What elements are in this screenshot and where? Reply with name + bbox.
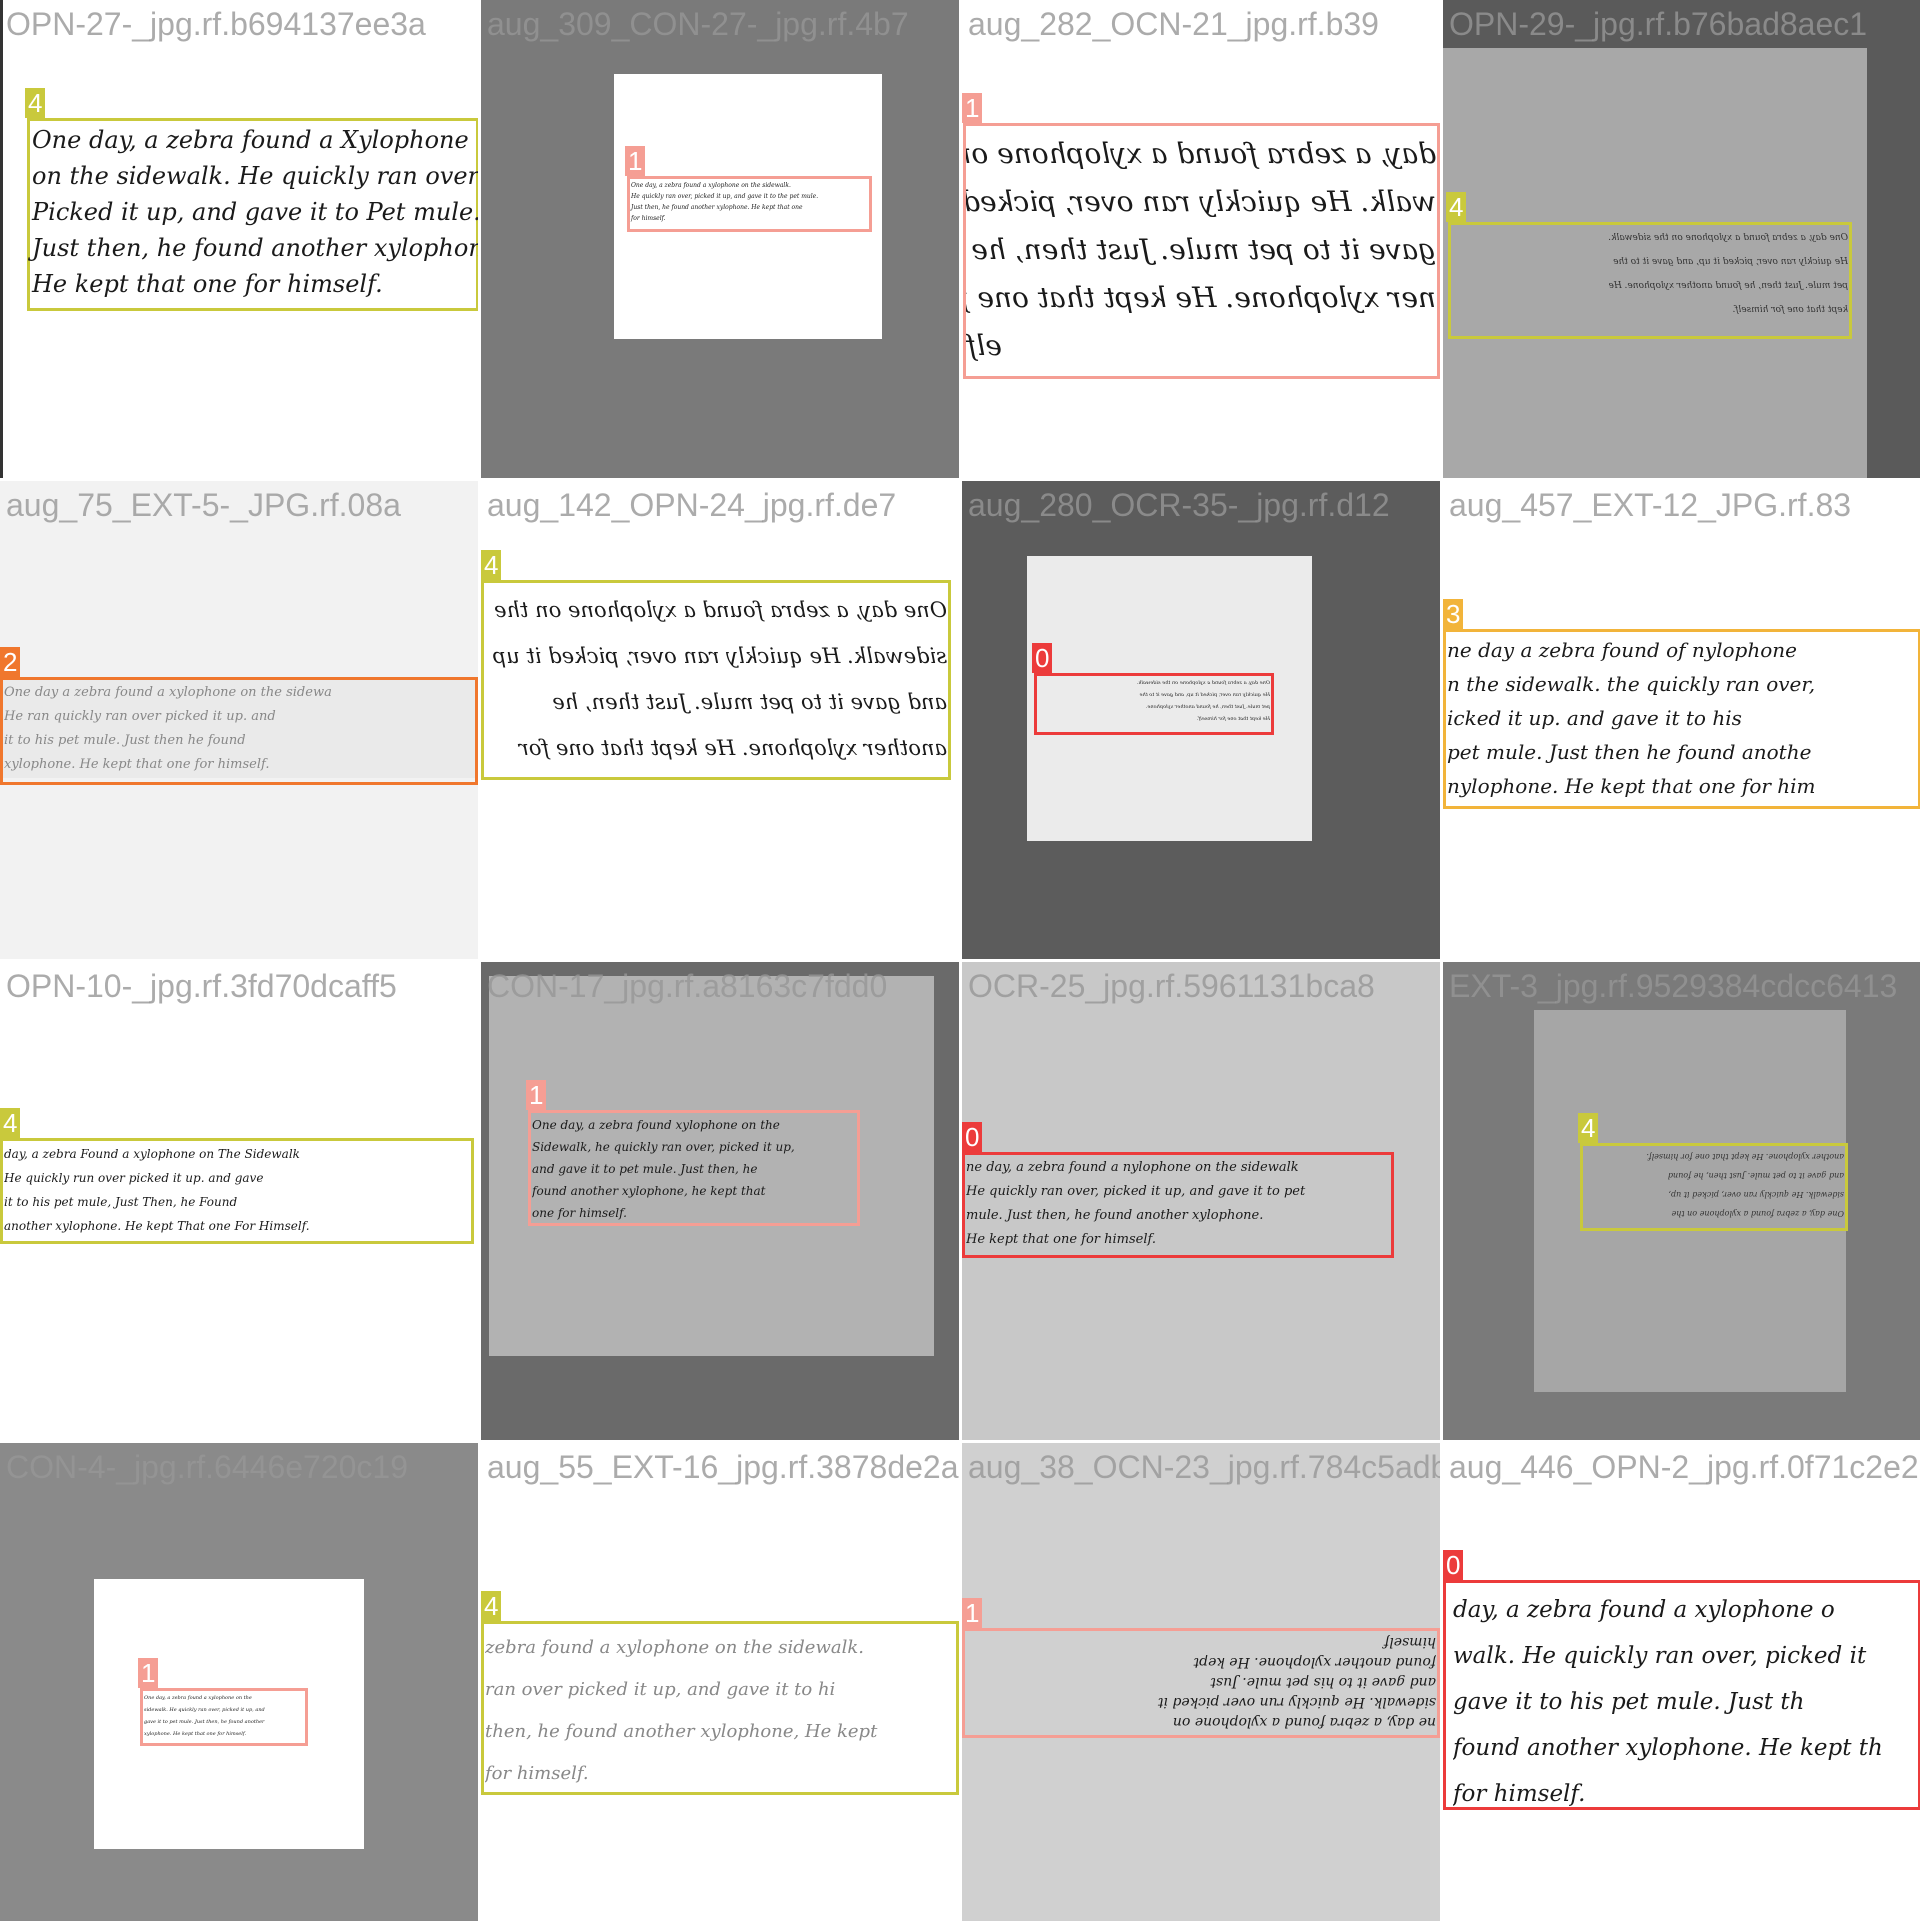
mosaic-tile: 1 day, a zebra found a xylophone on t wa… — [962, 0, 1440, 478]
class-label: 4 — [481, 1591, 502, 1621]
mosaic-tile: 1 One day, a zebra found a xylophone on … — [481, 0, 959, 478]
image-filename: aug_282_OCN-21_jpg.rf.b39 — [968, 6, 1379, 42]
handwritten-text: day, a zebra found a xylophone o walk. H… — [1453, 1597, 1883, 1807]
handwritten-text: zebra found a xylophone on the sidewalk.… — [485, 1637, 878, 1784]
handwritten-text: day, a zebra found a xylophone on t walk… — [966, 137, 1436, 362]
mosaic-tile: 0 ne day, a zebra found a nylophone on t… — [962, 962, 1440, 1440]
mosaic-tile: 2 One day a zebra found a xylophone on t… — [0, 481, 478, 959]
handwritten-text: One day, a zebra found a xylophone on th… — [492, 598, 947, 760]
image-filename: OPN-10-_jpg.rf.3fd70dcaff5 — [6, 968, 397, 1004]
image-filename: aug_457_EXT-12_JPG.rf.83 — [1449, 487, 1852, 523]
image-filename: OPN-27-_jpg.rf.b694137ee3a — [6, 6, 426, 42]
handwritten-text: One day, a zebra found a xylophone on th… — [1136, 680, 1270, 722]
class-label: 4 — [1578, 1113, 1599, 1143]
paper-edge — [0, 0, 3, 478]
class-label: 1 — [962, 93, 983, 123]
image-filename: OPN-29-_jpg.rf.b76bad8aec1 — [1449, 6, 1868, 42]
handwritten-text: ne day, a zebra found a nylophone on the… — [966, 1160, 1306, 1247]
class-label: 0 — [1032, 643, 1053, 673]
class-label: 0 — [1443, 1550, 1464, 1580]
handwritten-text: One day, a zebra found xylophone on the … — [532, 1118, 795, 1220]
image-filename: aug_280_OCR-35-_jpg.rf.d12 — [968, 487, 1390, 523]
image-filename: aug_309_CON-27-_jpg.rf.4b7 — [487, 6, 909, 42]
mosaic-tile: 4 One day, a zebra found a xylophone on … — [481, 481, 959, 959]
class-label: 4 — [481, 550, 502, 580]
mosaic-tile: 4 day, a zebra Found a xylophone on The … — [0, 962, 478, 1440]
class-label: 4 — [0, 1108, 21, 1138]
image-filename: CON-4-_jpg.rf.6446e720c19 — [6, 1449, 409, 1485]
handwritten-text: One day, a zebra found a Xylophone on th… — [32, 126, 478, 298]
class-label: 0 — [962, 1122, 983, 1152]
image-filename: OCR-25_jpg.rf.5961131bca8 — [968, 968, 1375, 1004]
augmented-batch-mosaic: 4 One day, a zebra found a Xylophone on … — [0, 0, 1920, 1921]
mosaic-tile: 4 One day, a zebra found a xylophone on … — [1443, 962, 1920, 1440]
image-filename: aug_38_OCN-23_jpg.rf.784c5adb93 — [968, 1449, 1440, 1485]
mosaic-tile: 1 One day, a zebra found a xylophone on … — [0, 1443, 478, 1921]
handwritten-text: One day, a zebra found a xylophone on th… — [631, 182, 819, 222]
mosaic-tile: 1 One day, a zebra found xylophone on th… — [481, 962, 959, 1440]
mosaic-tile: 3 ne day a zebra found of nylophone n th… — [1443, 481, 1920, 959]
handwritten-text: ne day a zebra found of nylophone n the … — [1447, 638, 1816, 798]
handwritten-text: One day, a zebra found a xylophone on th… — [1646, 1152, 1844, 1218]
mosaic-tile: 4 One day, a zebra found a Xylophone on … — [0, 0, 478, 478]
image-filename: aug_75_EXT-5-_JPG.rf.08a — [6, 487, 401, 523]
image-filename: CON-17_jpg.rf.a8163c7fdd0 — [487, 968, 888, 1004]
class-label: 1 — [138, 1658, 159, 1688]
class-label: 1 — [962, 1598, 983, 1628]
mosaic-tile: 0 day, a zebra found a xylophone o walk.… — [1443, 1443, 1920, 1921]
class-label: 4 — [1446, 192, 1467, 222]
class-label: 2 — [0, 647, 21, 677]
image-filename: aug_55_EXT-16_jpg.rf.3878de2a — [487, 1449, 959, 1485]
mosaic-tile: 4 One day, a zebra found a xylophone on … — [1443, 0, 1920, 478]
class-label: 1 — [625, 146, 646, 176]
mosaic-tile: 0 One day, a zebra found a xylophone on … — [962, 481, 1440, 959]
class-label: 1 — [526, 1080, 547, 1110]
image-filename: aug_142_OPN-24_jpg.rf.de7 — [487, 487, 897, 523]
class-label: 4 — [25, 88, 46, 118]
handwritten-text: ne day, a zebra found a xylophone on sid… — [1157, 1634, 1436, 1730]
handwritten-text: One day, a zebra found a xylophone on th… — [144, 1695, 265, 1737]
mosaic-tile: 1 ne day, a zebra found a xylophone on s… — [962, 1443, 1440, 1921]
image-filename: aug_446_OPN-2_jpg.rf.0f71c2e2dc — [1449, 1449, 1920, 1485]
image-filename: EXT-3_jpg.rf.9529384cdcc6413 — [1449, 968, 1898, 1004]
handwritten-text: day, a zebra Found a xylophone on The Si… — [4, 1147, 310, 1233]
class-label: 3 — [1443, 599, 1464, 629]
mosaic-tile: 4 zebra found a xylophone on the sidewal… — [481, 1443, 959, 1921]
handwritten-text: One day, a zebra found a xylophone on th… — [1608, 233, 1848, 315]
handwritten-text: One day a zebra found a xylophone on the… — [4, 685, 332, 772]
